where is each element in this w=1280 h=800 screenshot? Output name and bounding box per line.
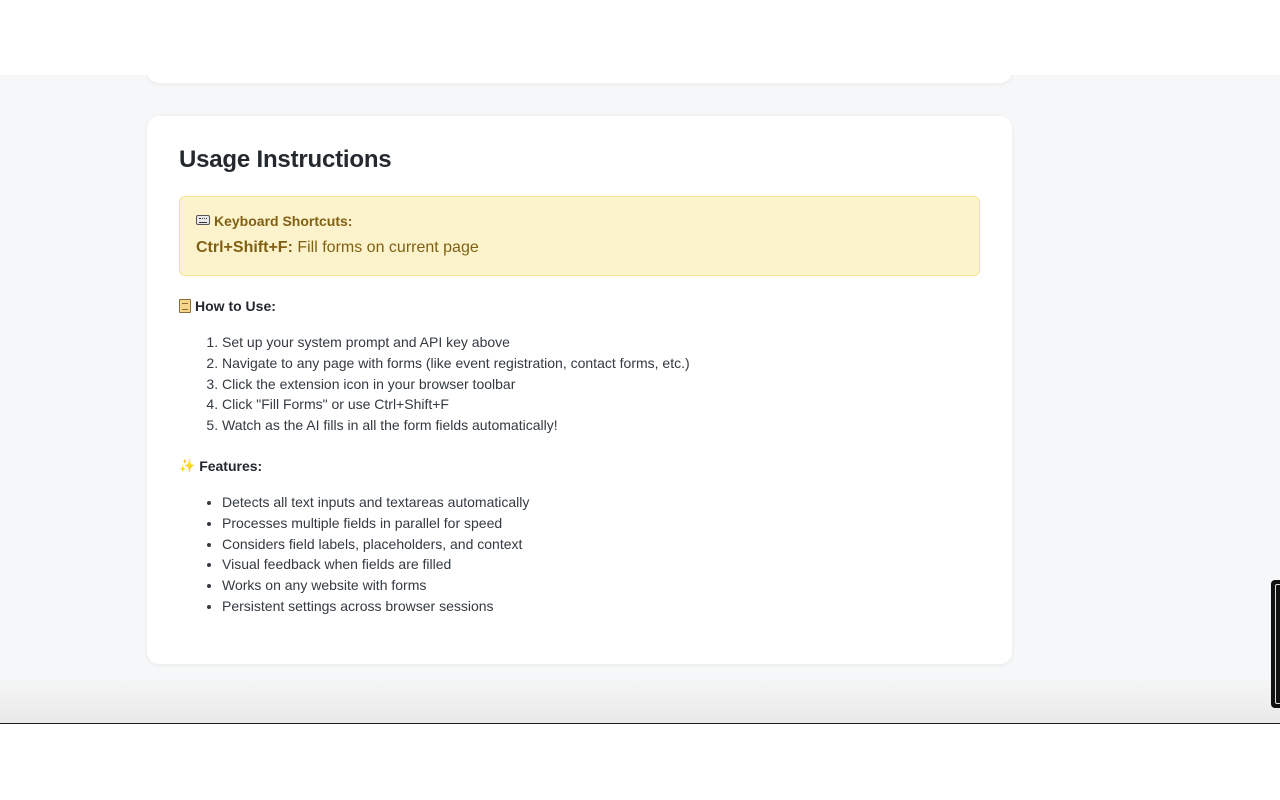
shortcuts-heading: Keyboard Shortcuts:	[196, 213, 963, 229]
shortcut-description: Fill forms on current page	[297, 239, 479, 256]
previous-settings-card	[147, 75, 1012, 83]
shortcuts-heading-text: Keyboard Shortcuts:	[214, 213, 353, 229]
page-viewport: Usage Instructions Keyboard Shortcuts: C…	[0, 75, 1280, 724]
features-heading-text: Features:	[199, 457, 263, 474]
list-item: Considers field labels, placeholders, an…	[222, 534, 980, 555]
usage-instructions-card: Usage Instructions Keyboard Shortcuts: C…	[147, 116, 1012, 664]
list-item: Detects all text inputs and textareas au…	[222, 492, 980, 513]
features-heading: ✨ Features:	[179, 458, 980, 474]
list-item: Set up your system prompt and API key ab…	[222, 332, 980, 353]
how-to-heading: How to Use:	[179, 298, 980, 314]
list-item: Persistent settings across browser sessi…	[222, 596, 980, 617]
list-item: Processes multiple fields in parallel fo…	[222, 513, 980, 534]
overlay-panel-edge[interactable]	[1271, 580, 1280, 708]
how-to-steps-list: Set up your system prompt and API key ab…	[179, 332, 980, 436]
shortcut-row: Ctrl+Shift+F: Fill forms on current page	[196, 239, 963, 257]
keyboard-shortcuts-box: Keyboard Shortcuts: Ctrl+Shift+F: Fill f…	[179, 196, 980, 276]
clipboard-icon	[179, 299, 191, 313]
list-item: Watch as the AI fills in all the form fi…	[222, 415, 980, 436]
usage-title: Usage Instructions	[179, 146, 392, 173]
features-list: Detects all text inputs and textareas au…	[179, 492, 980, 617]
shortcut-key: Ctrl+Shift+F:	[196, 239, 293, 256]
list-item: Visual feedback when fields are filled	[222, 554, 980, 575]
keyboard-icon	[196, 215, 210, 225]
list-item: Works on any website with forms	[222, 575, 980, 596]
list-item: Navigate to any page with forms (like ev…	[222, 353, 980, 374]
sparkles-icon: ✨	[179, 457, 196, 473]
how-to-heading-text: How to Use:	[195, 298, 276, 314]
list-item: Click "Fill Forms" or use Ctrl+Shift+F	[222, 394, 980, 415]
list-item: Click the extension icon in your browser…	[222, 374, 980, 395]
